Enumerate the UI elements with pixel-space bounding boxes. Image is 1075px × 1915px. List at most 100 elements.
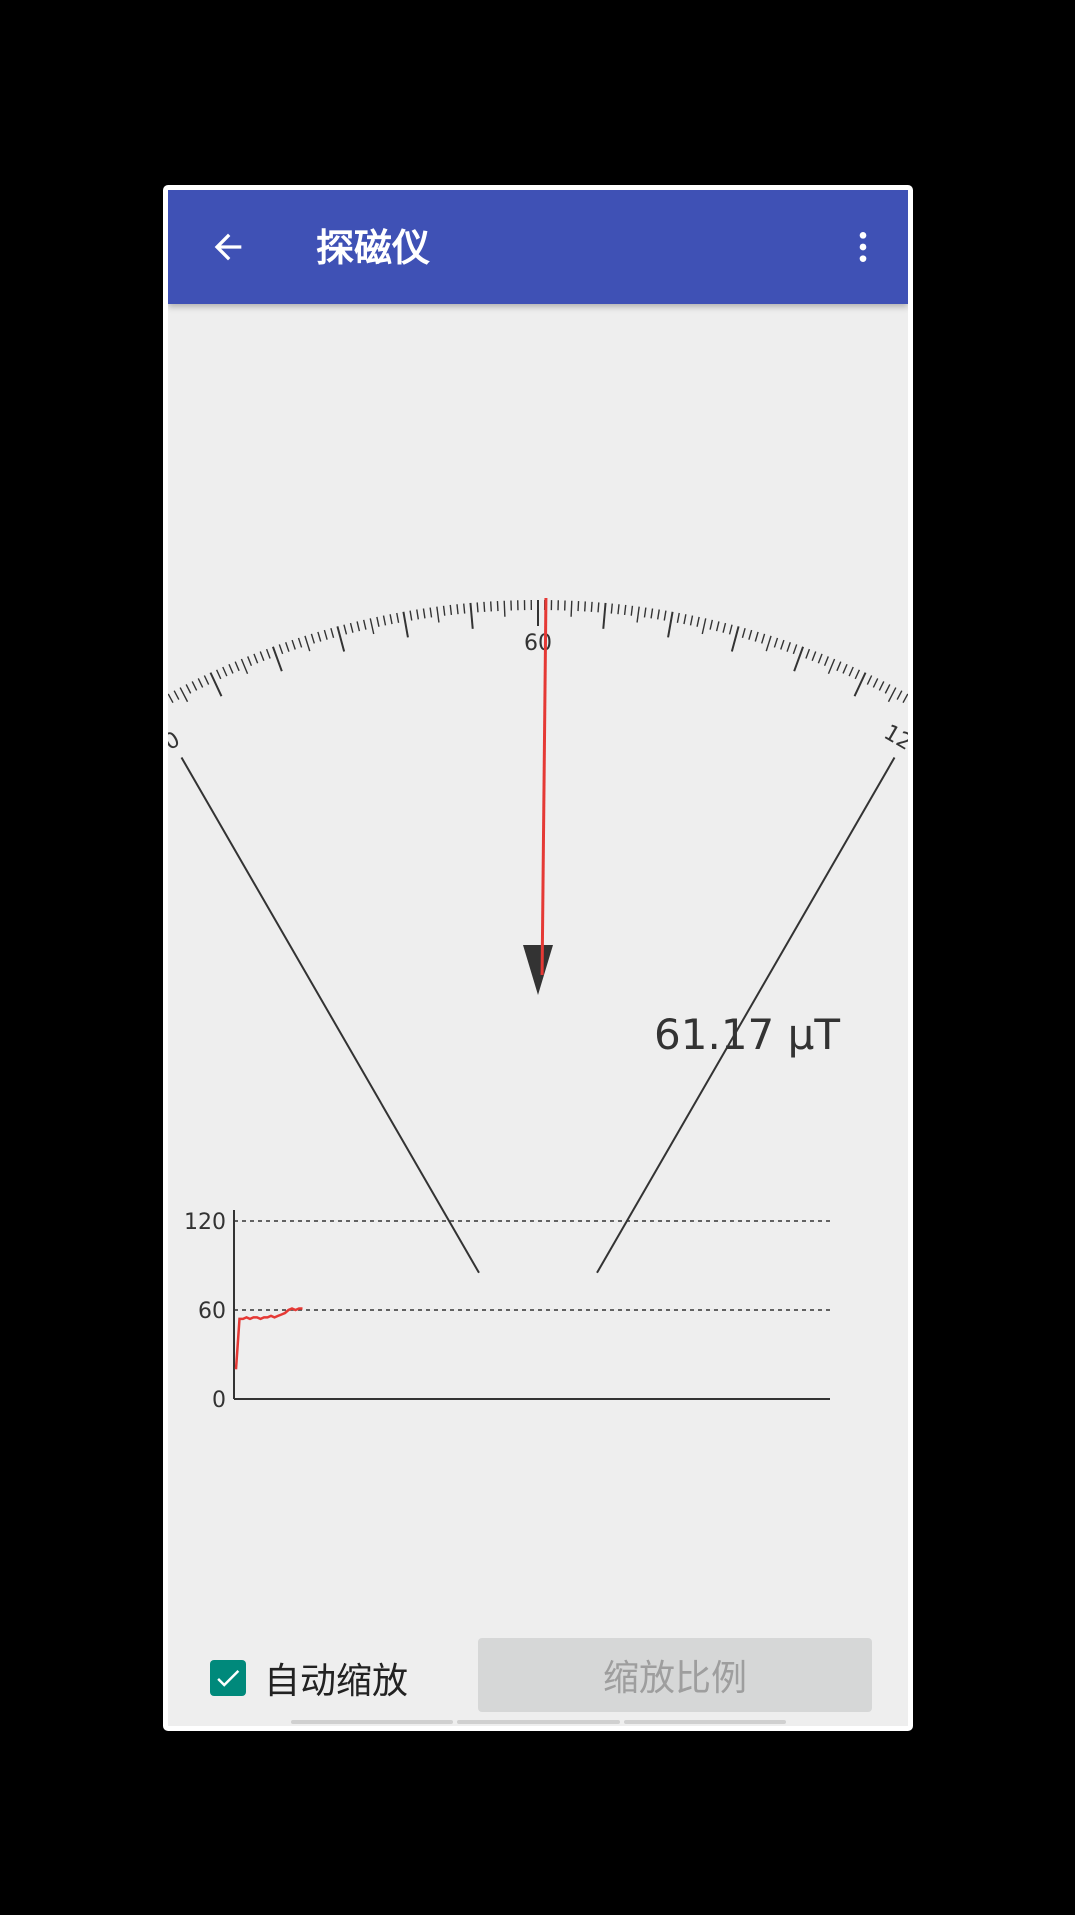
gauge-tick: [215, 669, 222, 680]
gauge-tick: [827, 658, 836, 675]
gauge-tick: [748, 629, 753, 640]
gauge-tick: [741, 627, 746, 639]
gauge-tick: [416, 609, 420, 620]
gauge-tick: [247, 656, 253, 666]
gauge-tick: [643, 607, 647, 618]
gauge-tick: [336, 626, 346, 652]
gauge-tick: [496, 601, 499, 612]
history-y-label-60: 60: [198, 1299, 226, 1324]
gauge-tick: [667, 611, 674, 638]
gauge-tick: [836, 661, 842, 672]
gauge-tick: [792, 644, 798, 655]
scroll-indicator-segment: [457, 1720, 620, 1724]
gauge-tick: [650, 608, 654, 619]
app-bar: 探磁仪: [168, 190, 908, 304]
gauge-tick: [179, 687, 189, 703]
gauge-tick: [382, 615, 387, 626]
gauge-tick: [304, 635, 311, 652]
history-y-label-120: 120: [184, 1210, 226, 1235]
gauge-tick: [663, 610, 667, 621]
gauge-tick: [683, 614, 687, 625]
gauge-tick: [173, 690, 180, 700]
history-chart: 120 60 0: [184, 1210, 830, 1410]
gauge-tick: [389, 614, 393, 625]
gauge-tick: [715, 621, 720, 632]
gauge-tick: [780, 639, 785, 650]
gauge-tick: [191, 681, 198, 691]
gauge-tick: [317, 631, 322, 642]
gauge-tick: [577, 601, 580, 612]
gauge-tick: [253, 653, 259, 664]
gauge-tick: [773, 637, 779, 648]
gauge-tick: [463, 603, 466, 614]
gauge-tick: [701, 618, 707, 635]
gauge-tick: [696, 616, 700, 627]
gauge-tick: [656, 609, 660, 620]
gauge-tick: [240, 658, 249, 675]
gauge-tick: [203, 675, 210, 685]
gauge-tick: [902, 693, 908, 704]
gauge-tick: [597, 602, 600, 613]
gauge-tick: [728, 624, 733, 635]
gauge-tick: [765, 635, 772, 652]
back-button[interactable]: [198, 217, 258, 277]
magnetometer-gauge: 0 60 120: [168, 598, 908, 1274]
page-title: 探磁仪: [316, 226, 431, 270]
gauge-tick: [297, 637, 303, 648]
gauge-tick: [610, 603, 613, 614]
gauge-tick: [754, 631, 759, 642]
gauge-tick: [617, 604, 620, 615]
gauge-tick: [330, 627, 335, 639]
autoscale-checkbox[interactable]: 自动缩放: [210, 1650, 408, 1706]
gauge-tick: [730, 626, 740, 652]
gauge-tick: [786, 641, 791, 652]
gauge-tick: [362, 619, 367, 630]
gauge-tick: [896, 690, 903, 700]
gauge-scale-ticks: [168, 600, 908, 704]
gauge-tick: [310, 633, 316, 644]
field-strength-reading: 61.17 μT: [654, 1010, 840, 1059]
gauge-tick: [676, 612, 680, 623]
gauge-tick: [489, 601, 492, 612]
check-icon: [217, 1670, 240, 1687]
autoscale-label: 自动缩放: [264, 1661, 409, 1702]
gauge-tick: [285, 641, 290, 652]
gauge-tick: [422, 608, 426, 619]
gauge-tick: [436, 606, 440, 623]
gauge-tick: [168, 693, 174, 704]
gauge-label-max: 120: [879, 720, 908, 763]
gauge-tick: [369, 618, 375, 635]
gauge-label-min: 0: [168, 727, 185, 756]
gauge-tick: [722, 622, 727, 633]
gauge-tick: [456, 604, 459, 615]
gauge-tick: [872, 678, 879, 688]
gauge-tick: [271, 646, 283, 672]
gauge-tick: [323, 629, 328, 640]
gauge-tick: [636, 606, 640, 623]
gauge-tick: [760, 633, 766, 644]
gauge-tick: [602, 602, 607, 629]
gauge-tick: [570, 600, 573, 617]
scroll-indicator: [291, 1720, 786, 1724]
scale-button[interactable]: 缩放比例: [478, 1638, 872, 1712]
gauge-tick: [503, 600, 506, 617]
gauge-tick: [185, 684, 192, 694]
scroll-indicator-segment: [291, 1720, 454, 1724]
gauge-tick: [854, 669, 861, 680]
gauge-tick: [449, 604, 453, 615]
gauge-tick: [349, 622, 354, 633]
gauge-scale-labels: 0 60 120: [168, 631, 908, 763]
gauge-tick: [469, 602, 474, 629]
gauge-tick: [265, 648, 271, 659]
gauge-tick: [584, 601, 587, 612]
overflow-menu-button[interactable]: [838, 217, 888, 277]
gauge-tick: [623, 604, 627, 615]
scroll-indicator-segment: [623, 1720, 786, 1724]
gauge-tick: [402, 611, 409, 638]
history-y-label-0: 0: [212, 1388, 226, 1410]
gauge-tick: [234, 661, 240, 672]
gauge-tick: [823, 656, 829, 666]
gauge-tick: [429, 607, 433, 618]
gauge-label-mid: 60: [524, 631, 552, 656]
gauge-tick: [811, 651, 817, 662]
